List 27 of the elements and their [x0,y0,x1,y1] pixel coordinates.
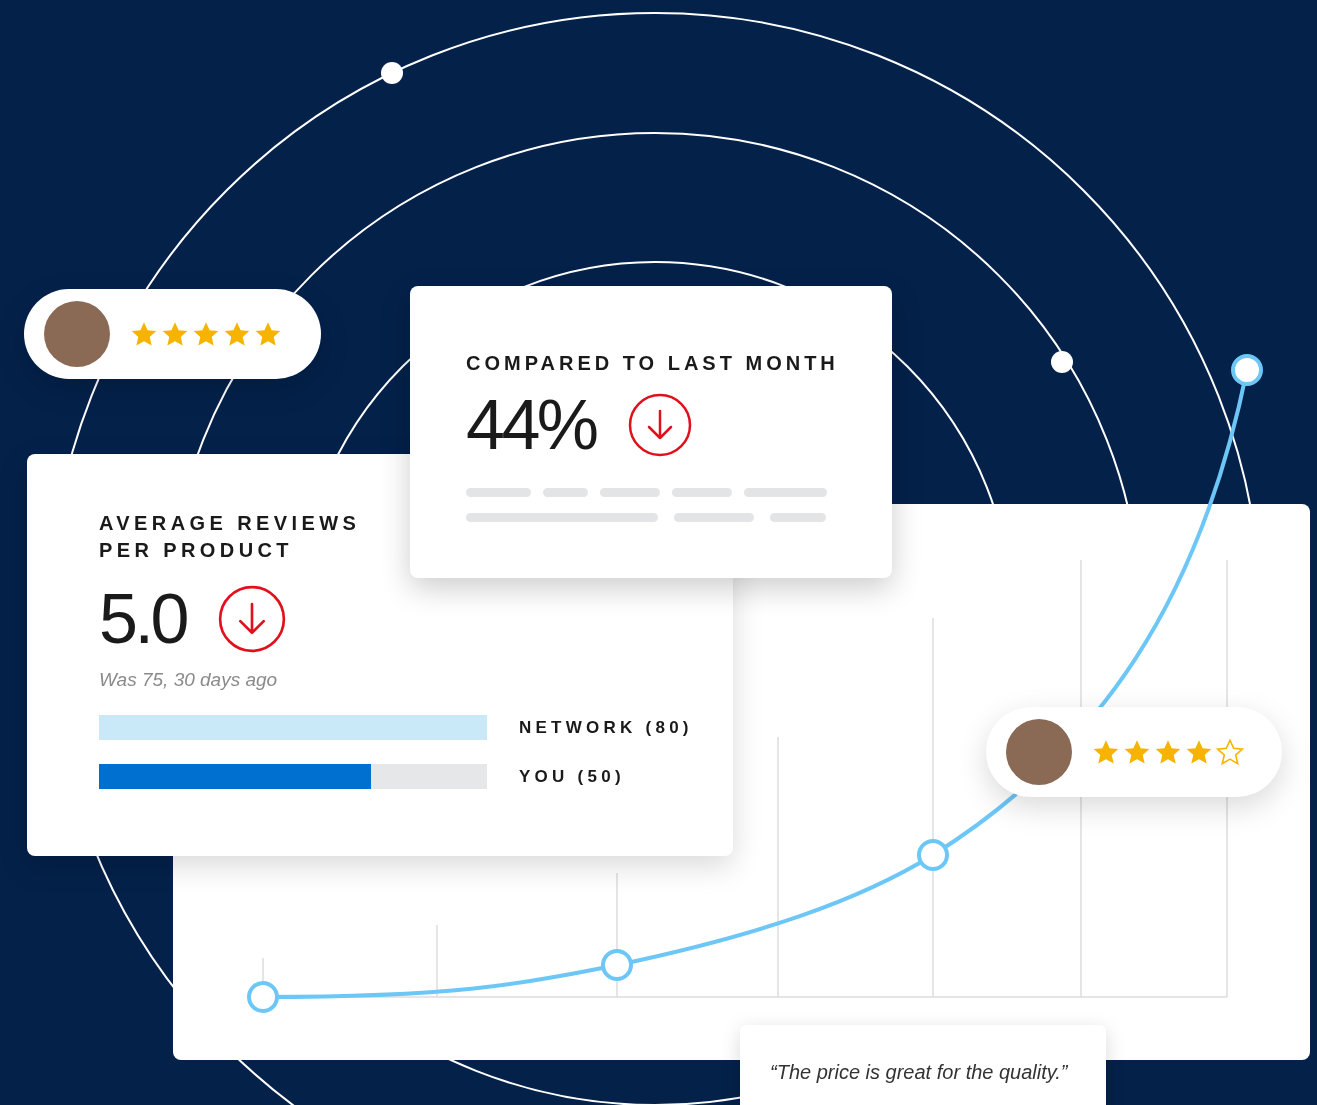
star-icon [1154,738,1182,766]
star-icon [254,320,282,348]
card-title: COMPARED TO LAST MONTH [466,351,840,376]
percent-value: 44% [466,390,596,460]
rating-value: 5.0 [99,584,186,654]
previous-value-note: Was 75, 30 days ago [99,668,279,692]
curve-point [917,839,949,871]
star-icon [192,320,220,348]
star-outline-icon [1216,738,1244,766]
star-icon [130,320,158,348]
star-icon [1185,738,1213,766]
card-title: AVERAGE REVIEWS [99,511,361,536]
down-arrow-circle-icon [217,585,286,653]
down-arrow-circle-icon [627,393,692,457]
star-icon [223,320,251,348]
bar-label: YOU (50) [519,766,625,788]
orbit-dot [1051,351,1073,373]
curve-point [1231,354,1263,386]
quote-text: “The price is great for the quality.” [770,1060,1069,1085]
curve-point [247,981,279,1013]
bar-label: NETWORK (80) [519,716,693,739]
curve-point [601,949,633,981]
star-icon [1123,738,1151,766]
orbit-dot [381,62,403,84]
star-icon [1092,738,1120,766]
star-icon [161,320,189,348]
card-title: PER PRODUCT [99,538,293,563]
